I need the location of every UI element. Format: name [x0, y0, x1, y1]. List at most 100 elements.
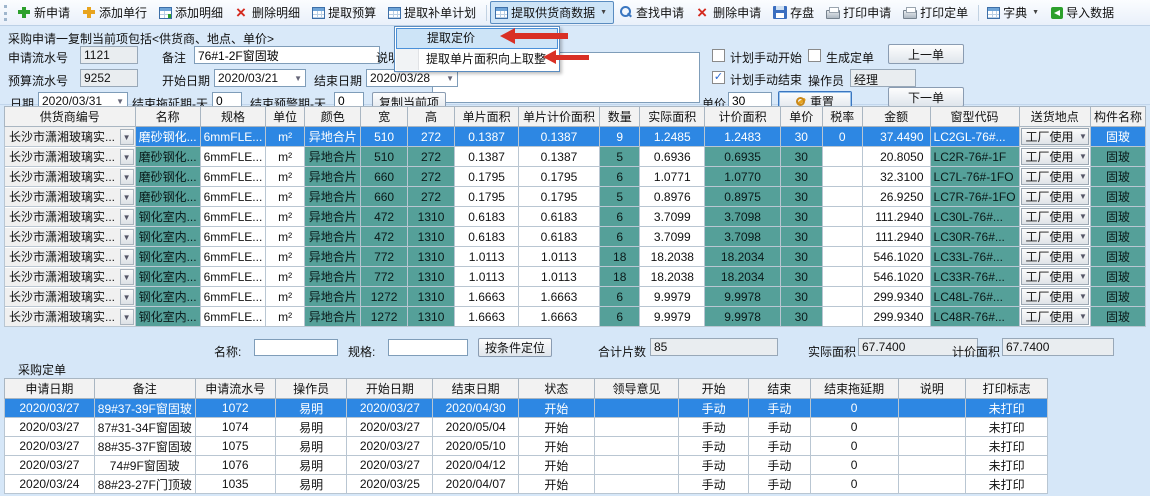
column-header[interactable]: 结束 [749, 379, 811, 399]
column-header[interactable]: 实际面积 [640, 107, 705, 127]
column-header[interactable]: 窗型代码 [930, 107, 1019, 127]
supplier-combo[interactable]: 长沙市潇湘玻璃实...▼ [5, 148, 135, 166]
delivery-location-combo[interactable]: 工厂使用▼ [1021, 308, 1089, 325]
supplier-combo[interactable]: 长沙市潇湘玻璃实...▼ [5, 188, 135, 206]
new-request-button[interactable]: 新申请 [12, 1, 77, 24]
delivery-location-combo[interactable]: 工厂使用▼ [1021, 248, 1089, 265]
column-header[interactable]: 结束日期 [433, 379, 519, 399]
add-detail-button[interactable]: 添加明细 [154, 1, 230, 24]
column-header[interactable]: 开始日期 [347, 379, 433, 399]
table-row[interactable]: 长沙市潇湘玻璃实...▼钢化室内...6mmFLE...m²异地合片472131… [5, 207, 1146, 227]
print-order-button[interactable]: 打印定单 [898, 1, 975, 24]
generate-order-checkbox[interactable] [808, 49, 821, 62]
table-cell: 1035 [195, 475, 275, 494]
delivery-location-combo[interactable]: 工厂使用▼ [1021, 188, 1089, 205]
delivery-location-combo[interactable]: 工厂使用▼ [1021, 268, 1089, 285]
delivery-location-combo[interactable]: 工厂使用▼ [1021, 128, 1089, 145]
supplier-combo[interactable]: 长沙市潇湘玻璃实...▼ [5, 128, 135, 146]
column-header[interactable]: 送货地点 [1019, 107, 1090, 127]
supplier-combo[interactable]: 长沙市潇湘玻璃实...▼ [5, 288, 135, 306]
delete-detail-button[interactable]: 删除明细 [230, 1, 307, 24]
name-filter-input[interactable] [254, 339, 338, 356]
remark-input[interactable] [194, 46, 380, 64]
extract-supplier-data-button[interactable]: 提取供货商数据▼ [490, 1, 614, 24]
extract-supplement-plan-button[interactable]: 提取补单计划 [383, 1, 483, 24]
table-row[interactable]: 长沙市潇湘玻璃实...▼钢化室内...6mmFLE...m²异地合片772131… [5, 247, 1146, 267]
delivery-location-combo[interactable]: 工厂使用▼ [1021, 168, 1089, 185]
table-row[interactable]: 2020/03/2787#31-34F窗固玻1074易明2020/03/2720… [5, 418, 1048, 437]
column-header[interactable]: 领导意见 [594, 379, 679, 399]
table-cell: 手动 [679, 399, 749, 418]
table-cell: 异地合片 [304, 267, 361, 287]
table-cell: 未打印 [966, 399, 1048, 418]
supplier-combo[interactable]: 长沙市潇湘玻璃实...▼ [5, 228, 135, 246]
column-header[interactable]: 开始 [679, 379, 749, 399]
import-data-button[interactable]: 导入数据 [1046, 1, 1121, 24]
apply-no-field[interactable]: 1121 [80, 46, 138, 64]
table-row[interactable]: 长沙市潇湘玻璃实...▼钢化室内...6mmFLE...m²异地合片772131… [5, 267, 1146, 287]
table-row[interactable]: 2020/03/2789#37-39F窗固玻1072易明2020/03/2720… [5, 399, 1048, 418]
column-header[interactable]: 单价 [780, 107, 822, 127]
extract-budget-button[interactable]: 提取预算 [307, 1, 383, 24]
table-row[interactable]: 长沙市潇湘玻璃实...▼磨砂钢化...6mmFLE...m²异地合片660272… [5, 167, 1146, 187]
table-row[interactable]: 2020/03/2774#9F窗固玻1076易明2020/03/272020/0… [5, 456, 1048, 475]
column-header[interactable]: 操作员 [275, 379, 347, 399]
start-date-select[interactable]: 2020/03/21▼ [214, 69, 306, 87]
column-header[interactable]: 备注 [94, 379, 195, 399]
add-row-button[interactable]: 添加单行 [77, 1, 154, 24]
table-row[interactable]: 2020/03/2788#35-37F窗固玻1075易明2020/03/2720… [5, 437, 1048, 456]
delivery-location-combo[interactable]: 工厂使用▼ [1021, 228, 1089, 245]
delete-request-button[interactable]: 删除申请 [691, 1, 768, 24]
find-request-button[interactable]: 查找申请 [614, 1, 691, 24]
manual-start-checkbox[interactable] [712, 49, 725, 62]
column-header[interactable]: 供货商编号 [5, 107, 136, 127]
table-row[interactable]: 长沙市潇湘玻璃实...▼磨砂钢化...6mmFLE...m²异地合片510272… [5, 127, 1146, 147]
next-order-button[interactable]: 下一单 [888, 87, 964, 107]
column-header[interactable]: 颜色 [304, 107, 361, 127]
column-header[interactable]: 金额 [862, 107, 930, 127]
column-header[interactable]: 规格 [200, 107, 266, 127]
supplier-combo[interactable]: 长沙市潇湘玻璃实...▼ [5, 168, 135, 186]
column-header[interactable]: 名称 [135, 107, 200, 127]
column-header[interactable]: 单片计价面积 [518, 107, 599, 127]
column-header[interactable]: 单位 [266, 107, 305, 127]
locate-by-condition-button[interactable]: 按条件定位 [478, 338, 552, 357]
table-row[interactable]: 2020/03/2488#23-27F门顶玻1035易明2020/03/2520… [5, 475, 1048, 494]
toolbar-grip[interactable] [4, 5, 8, 21]
column-header[interactable]: 数量 [600, 107, 640, 127]
budget-no-field[interactable]: 9252 [80, 69, 138, 87]
print-request-button[interactable]: 打印申请 [821, 1, 898, 24]
table-row[interactable]: 长沙市潇湘玻璃实...▼钢化室内...6mmFLE...m²异地合片127213… [5, 307, 1146, 327]
column-header[interactable]: 宽 [361, 107, 407, 127]
column-header[interactable]: 税率 [822, 107, 862, 127]
dictionary-button[interactable]: 字典▼ [982, 1, 1046, 24]
menu-item-extract-area-roundup[interactable]: 提取单片面积向上取整 [396, 49, 558, 70]
column-header[interactable]: 构件名称 [1090, 107, 1145, 127]
column-header[interactable]: 结束拖延期 [810, 379, 898, 399]
manual-end-checkbox[interactable] [712, 71, 725, 84]
spec-filter-input[interactable] [388, 339, 468, 356]
column-header[interactable]: 说明 [898, 379, 966, 399]
column-header[interactable]: 状态 [519, 379, 595, 399]
supplier-combo[interactable]: 长沙市潇湘玻璃实...▼ [5, 248, 135, 266]
chevron-down-icon: ▼ [120, 269, 134, 285]
column-header[interactable]: 打印标志 [966, 379, 1048, 399]
column-header[interactable]: 计价面积 [705, 107, 781, 127]
column-header[interactable]: 申请日期 [5, 379, 95, 399]
table-row[interactable]: 长沙市潇湘玻璃实...▼磨砂钢化...6mmFLE...m²异地合片510272… [5, 147, 1146, 167]
column-header[interactable]: 申请流水号 [195, 379, 275, 399]
supplier-combo[interactable]: 长沙市潇湘玻璃实...▼ [5, 268, 135, 286]
table-row[interactable]: 长沙市潇湘玻璃实...▼钢化室内...6mmFLE...m²异地合片127213… [5, 287, 1146, 307]
save-button[interactable]: 存盘 [768, 1, 821, 24]
table-row[interactable]: 长沙市潇湘玻璃实...▼钢化室内...6mmFLE...m²异地合片472131… [5, 227, 1146, 247]
supplier-combo[interactable]: 长沙市潇湘玻璃实...▼ [5, 208, 135, 226]
supplier-combo[interactable]: 长沙市潇湘玻璃实...▼ [5, 308, 135, 326]
delivery-location-combo[interactable]: 工厂使用▼ [1021, 208, 1089, 225]
delivery-location-combo[interactable]: 工厂使用▼ [1021, 148, 1089, 165]
prev-order-button[interactable]: 上一单 [888, 44, 964, 64]
delivery-location-combo[interactable]: 工厂使用▼ [1021, 288, 1089, 305]
column-header[interactable]: 高 [407, 107, 455, 127]
column-header[interactable]: 单片面积 [455, 107, 518, 127]
operator-field[interactable]: 经理 [850, 69, 916, 87]
table-row[interactable]: 长沙市潇湘玻璃实...▼磨砂钢化...6mmFLE...m²异地合片660272… [5, 187, 1146, 207]
